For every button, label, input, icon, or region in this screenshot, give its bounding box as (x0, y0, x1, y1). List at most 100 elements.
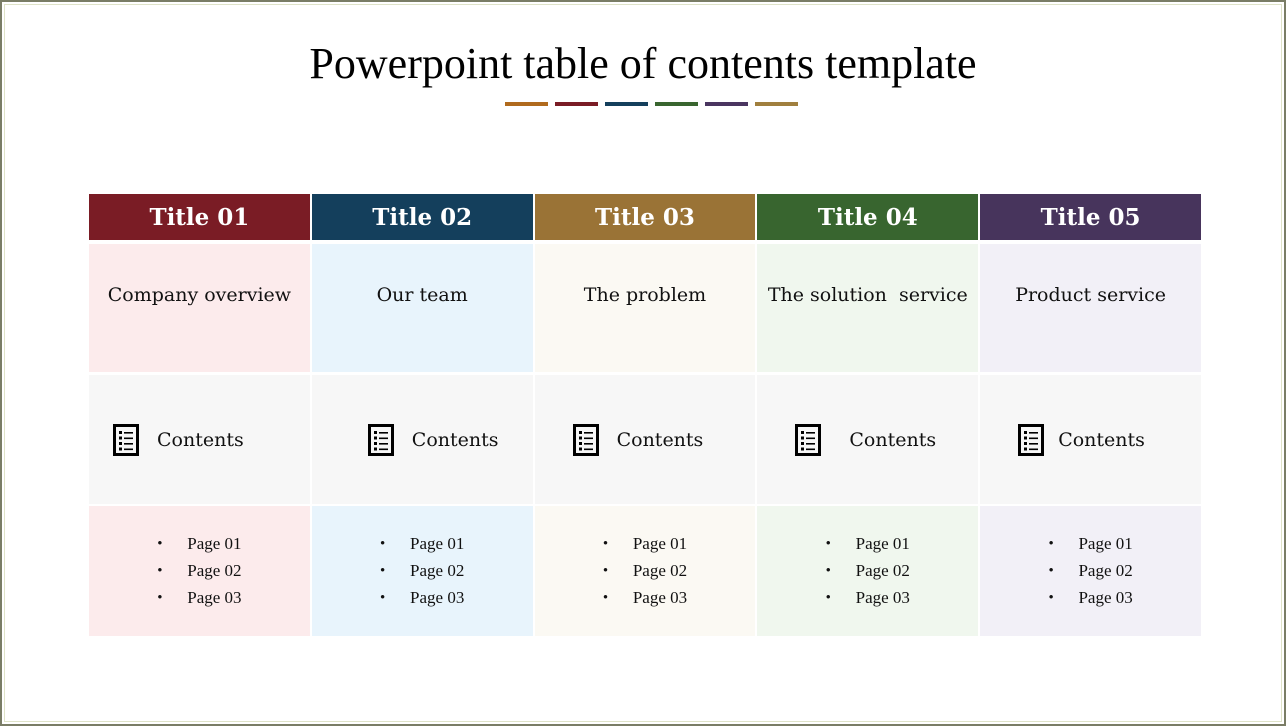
section-name: The problem (583, 284, 707, 306)
section-name-cell: The solution service (757, 244, 979, 372)
page-label: Page 01 (187, 534, 242, 553)
pages-cell: • Page 01 • Page 02 • Page 03 (980, 506, 1201, 636)
contents-label: Contents (1058, 428, 1145, 451)
page-label: Page 01 (855, 534, 910, 553)
underline-bar (705, 102, 748, 106)
column-header: Title 01 (89, 194, 310, 240)
bullet-icon: • (602, 589, 609, 606)
page-label: Page 03 (410, 588, 465, 607)
toc-column: Title 01 Company overview Contents • Page… (89, 194, 310, 636)
bullet-icon: • (825, 589, 831, 606)
underline-bar (655, 102, 698, 106)
title-underline (505, 102, 798, 106)
bullet-icon: • (1048, 535, 1054, 552)
page-label: Page 02 (855, 561, 910, 580)
section-name: The solution service (767, 284, 968, 306)
list-document-icon (113, 423, 139, 456)
bullet-icon: • (157, 562, 163, 579)
pages-list: • Page 01 • Page 02 • Page 03 (603, 531, 687, 612)
page-item: • Page 02 (826, 558, 910, 585)
page-item: • Page 02 (157, 558, 241, 585)
contents-cell: Contents (980, 375, 1201, 504)
page-label: Page 01 (632, 534, 688, 553)
page-label: Page 03 (855, 588, 910, 607)
underline-bar (755, 102, 798, 106)
page-item: • Page 02 (603, 558, 687, 585)
underline-bar (505, 102, 548, 106)
bullet-icon: • (380, 535, 386, 552)
section-name: Company overview (107, 284, 292, 306)
page-item: • Page 01 (1048, 531, 1132, 558)
pages-list: • Page 01 • Page 02 • Page 03 (826, 531, 910, 612)
contents-cell: Contents (534, 375, 756, 504)
bullet-icon: • (1048, 562, 1054, 579)
pages-list: • Page 01 • Page 02 • Page 03 (157, 531, 241, 612)
pages-cell: • Page 01 • Page 02 • Page 03 (757, 506, 979, 636)
page-item: • Page 02 (1048, 558, 1132, 585)
contents-cell: Contents (757, 375, 979, 504)
column-header: Title 04 (757, 194, 979, 240)
pages-list: • Page 01 • Page 02 • Page 03 (1048, 531, 1132, 612)
toc-column: Title 05 Product service Contents • Page … (980, 194, 1201, 636)
page-label: Page 02 (187, 561, 242, 580)
toc-column: Title 03 The problem Contents • Page 01 •… (534, 194, 756, 636)
section-name-cell: Our team (311, 244, 533, 372)
page-label: Page 01 (1078, 534, 1133, 553)
contents-label: Contents (157, 428, 244, 451)
bullet-icon: • (157, 535, 163, 552)
pages-cell: • Page 01 • Page 02 • Page 03 (311, 506, 533, 636)
section-name: Product service (1015, 284, 1166, 306)
page-label: Page 03 (632, 588, 688, 607)
toc-column: Title 04 The solution service Contents •… (757, 194, 979, 636)
bullet-icon: • (380, 562, 386, 579)
section-name-cell: Company overview (89, 244, 310, 372)
list-document-icon (795, 423, 822, 456)
list-document-icon (1018, 423, 1045, 456)
pages-cell: • Page 01 • Page 02 • Page 03 (89, 506, 310, 636)
page-item: • Page 01 (826, 531, 910, 558)
toc-column: Title 02 Our team Contents • Page 01 • Pag… (311, 194, 533, 636)
list-document-icon (572, 423, 599, 456)
section-name-cell: Product service (980, 244, 1201, 372)
page-item: • Page 03 (380, 585, 464, 612)
bullet-icon: • (825, 535, 831, 552)
bullet-icon: • (602, 535, 609, 552)
column-header: Title 05 (980, 194, 1201, 240)
page-item: • Page 03 (157, 585, 241, 612)
page-label: Page 02 (632, 561, 688, 580)
pages-cell: • Page 01 • Page 02 • Page 03 (534, 506, 756, 636)
contents-cell: Contents (311, 375, 533, 504)
page-item: • Page 01 (157, 531, 241, 558)
slide: Powerpoint table of contents template Ti… (0, 0, 1286, 726)
contents-label: Contents (616, 428, 704, 451)
page-label: Page 03 (1078, 588, 1133, 607)
pages-list: • Page 01 • Page 02 • Page 03 (380, 531, 464, 612)
toc-table: Title 01 Company overview Contents • Page… (89, 194, 1201, 636)
page-item: • Page 02 (380, 558, 464, 585)
column-header: Title 03 (534, 194, 756, 240)
bullet-icon: • (157, 589, 163, 606)
page-label: Page 02 (1078, 561, 1133, 580)
page-item: • Page 03 (826, 585, 910, 612)
contents-label: Contents (411, 428, 499, 451)
bullet-icon: • (1048, 589, 1054, 606)
underline-bar (555, 102, 598, 106)
bullet-icon: • (825, 562, 831, 579)
bullet-icon: • (380, 589, 386, 606)
section-name: Our team (376, 284, 468, 306)
list-document-icon (367, 423, 394, 456)
contents-cell: Contents (89, 375, 310, 504)
bullet-icon: • (602, 562, 609, 579)
slide-title: Powerpoint table of contents template (309, 39, 977, 88)
page-label: Page 01 (410, 534, 465, 553)
page-label: Page 03 (187, 588, 242, 607)
page-item: • Page 01 (380, 531, 464, 558)
page-item: • Page 03 (603, 585, 687, 612)
contents-label: Contents (849, 428, 937, 451)
page-label: Page 02 (410, 561, 465, 580)
page-item: • Page 03 (1048, 585, 1132, 612)
page-item: • Page 01 (603, 531, 687, 558)
section-name-cell: The problem (534, 244, 756, 372)
underline-bar (605, 102, 648, 106)
column-header: Title 02 (311, 194, 533, 240)
